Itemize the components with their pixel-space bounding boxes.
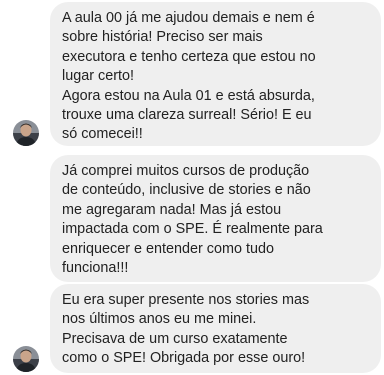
message-line: Precisava de um curso exatamente	[62, 330, 288, 347]
message-line: A aula 00 já me ajudou demais e nem é	[62, 10, 315, 26]
message-line: executora e tenho certeza que estou no	[62, 48, 316, 65]
message-line: só comecei!!	[62, 126, 143, 143]
message-line: nos últimos anos eu me minei.	[62, 311, 257, 328]
message-line: sobre história! Preciso ser mais	[62, 29, 263, 46]
avatar[interactable]	[13, 120, 39, 146]
message-line: funciona!!!	[62, 260, 129, 277]
message-line: Já comprei muitos cursos de produção	[62, 163, 310, 179]
message-bubble: A aula 00 já me ajudou demais e nem é so…	[50, 2, 381, 146]
message-bubble: Já comprei muitos cursos de produção de …	[50, 155, 381, 282]
message-bubble: Eu era super presente nos stories mas no…	[50, 284, 381, 373]
message-line: enriquecer e entender como tudo	[62, 240, 275, 257]
message-line: trouxe uma clareza surreal! Sério! E eu	[62, 107, 312, 124]
message-line: Eu era super presente nos stories mas	[62, 292, 310, 308]
profile-photo-icon	[13, 120, 39, 146]
avatar[interactable]	[13, 346, 39, 372]
message-line: Agora estou na Aula 01 e está absurda,	[62, 87, 315, 104]
message-line: como o SPE! Obrigada por esse ouro!	[62, 350, 306, 367]
profile-photo-icon	[13, 346, 39, 372]
message-line: de conteúdo, inclusive de stories e não	[62, 182, 311, 199]
message-line: me agregaram nada! Mas já estou	[62, 201, 282, 218]
message-line: lugar certo!	[62, 68, 134, 85]
message-line: impactada com o SPE. É realmente para	[62, 221, 323, 238]
